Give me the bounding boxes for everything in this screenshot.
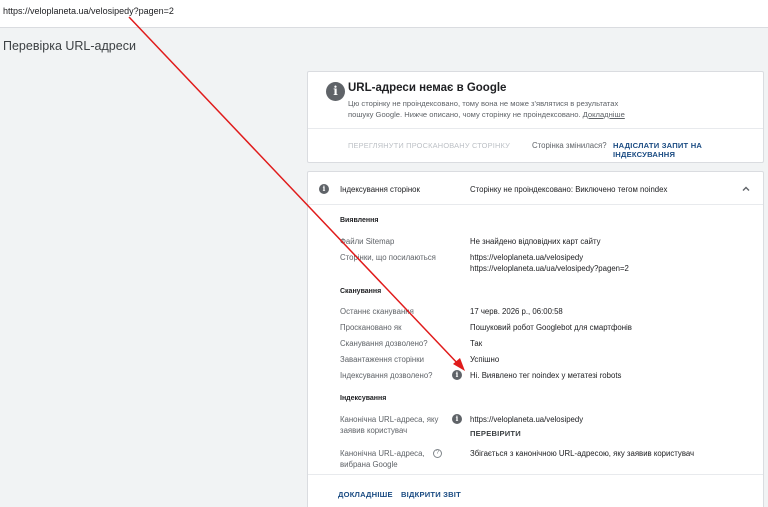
referring-page-2: https://veloplaneta.ua/ua/velosipedy?pag… [470, 264, 629, 273]
last-crawl-value: 17 черв. 2026 р., 06:00:58 [470, 307, 563, 316]
page-indexing-card: i Індексування сторінок Сторінку не проі… [307, 171, 764, 507]
info-icon[interactable]: i [452, 414, 462, 424]
crawl-allowed-value: Так [470, 339, 483, 348]
last-crawl-label: Останнє сканування [340, 307, 414, 316]
indexing-allowed-label: Індексування дозволено? [340, 371, 433, 380]
divider [308, 474, 763, 475]
crawl-allowed-label: Сканування дозволено? [340, 339, 428, 348]
indexing-allowed-value: Ні. Виявлено тег noindex у метатезі robo… [470, 371, 622, 380]
section-discovery: Виявлення [340, 217, 379, 224]
section-indexing: Індексування [340, 395, 387, 402]
page-changed-text: Сторінка змінилася? [532, 141, 607, 150]
user-canonical-label: Канонічна URL-адреса, яку заявив користу… [340, 415, 439, 435]
info-icon: i [326, 82, 345, 101]
page-indexing-status: Сторінку не проіндексовано: Виключено те… [470, 185, 668, 194]
inspect-button[interactable]: ПЕРЕВІРИТИ [470, 429, 521, 438]
crawled-as-value: Пошуковий робот Googlebot для смартфонів [470, 323, 632, 332]
page-indexing-header[interactable]: i Індексування сторінок Сторінку не проі… [308, 172, 763, 205]
section-crawl: Сканування [340, 288, 382, 295]
sitemaps-value: Не знайдено відповідних карт сайту [470, 237, 601, 246]
referring-pages-label: Сторінки, що посилаються [340, 253, 436, 262]
chevron-up-icon[interactable] [741, 184, 751, 194]
learn-more-button[interactable]: ДОКЛАДНІШЕ [338, 490, 393, 499]
google-canonical-label: Канонічна URL-адреса, вибрана Google [340, 449, 425, 469]
learn-more-link[interactable]: Докладніше [583, 110, 625, 119]
info-icon: i [319, 184, 329, 194]
page-fetch-value: Успішно [470, 355, 500, 364]
page-title: Перевірка URL-адреси [3, 39, 136, 53]
open-report-button[interactable]: ВІДКРИТИ ЗВІТ [401, 490, 461, 499]
crawled-as-label: Проскановано як [340, 323, 402, 332]
view-crawled-page-button[interactable]: ПЕРЕГЛЯНУТИ ПРОСКАНОВАНУ СТОРІНКУ [348, 141, 510, 150]
page-indexing-title: Індексування сторінок [340, 185, 420, 194]
help-icon[interactable]: ? [433, 449, 442, 458]
divider [308, 128, 763, 129]
sitemaps-label: Файли Sitemap [340, 237, 395, 246]
referring-page-1: https://veloplaneta.ua/velosipedy [470, 253, 584, 262]
google-canonical-value: Збігається з канонічною URL-адресою, яку… [470, 449, 695, 458]
page-fetch-label: Завантаження сторінки [340, 355, 424, 364]
status-description: Цю сторінку не проіндексовано, тому вона… [348, 99, 625, 119]
status-title: URL-адреси немає в Google [348, 82, 507, 94]
address-bar-url: https://veloplaneta.ua/velosipedy?pagen=… [3, 6, 174, 16]
request-indexing-button[interactable]: НАДІСЛАТИ ЗАПИТ НА ІНДЕКСУВАННЯ [613, 141, 763, 159]
info-icon[interactable]: i [452, 370, 462, 380]
url-status-card: i URL-адреси немає в Google Цю сторінку … [307, 71, 764, 163]
user-canonical-value: https://veloplaneta.ua/velosipedy [470, 415, 584, 424]
address-bar[interactable]: https://veloplaneta.ua/velosipedy?pagen=… [0, 0, 768, 28]
